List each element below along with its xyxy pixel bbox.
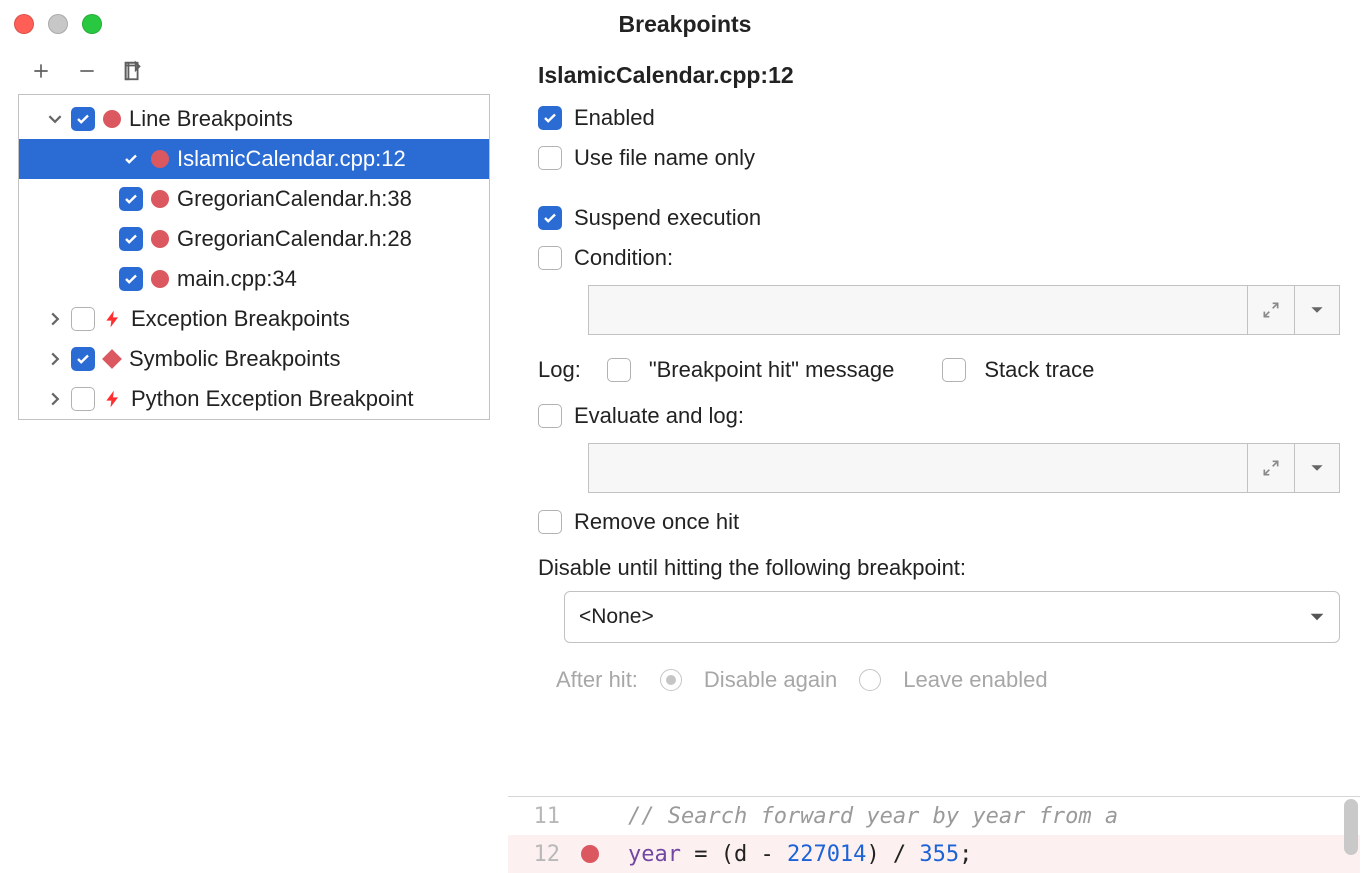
condition-input[interactable] — [588, 285, 1248, 335]
evaluate-log-history-dropdown[interactable] — [1294, 443, 1340, 493]
disable-until-label: Disable until hitting the following brea… — [538, 555, 1360, 581]
chevron-down-icon[interactable] — [47, 112, 63, 126]
group-by-button[interactable] — [122, 60, 144, 82]
after-hit-leave-enabled-radio[interactable] — [859, 669, 881, 691]
breakpoint-title: IslamicCalendar.cpp:12 — [538, 62, 1360, 89]
line-number: 12 — [508, 842, 570, 867]
evaluate-log-input[interactable] — [588, 443, 1248, 493]
code-line-11: 11 // Search forward year by year from a — [508, 797, 1360, 835]
tree-group-exception-breakpoints[interactable]: Exception Breakpoints — [19, 299, 489, 339]
log-hit-message-checkbox[interactable] — [607, 358, 631, 382]
after-hit-option-label: Disable again — [704, 667, 837, 693]
tree-item-gregorian-h-28[interactable]: GregorianCalendar.h:28 — [19, 219, 489, 259]
enabled-checkbox[interactable] — [538, 106, 562, 130]
after-hit-disable-again-radio[interactable] — [660, 669, 682, 691]
breakpoint-label: IslamicCalendar.cpp:12 — [177, 146, 406, 172]
breakpoints-sidebar: Line Breakpoints IslamicCalendar.cpp:12 … — [0, 48, 508, 873]
log-hit-message-label: "Breakpoint hit" message — [649, 357, 895, 383]
breakpoint-checkbox[interactable] — [119, 227, 143, 251]
group-label: Line Breakpoints — [129, 106, 293, 132]
suspend-label: Suspend execution — [574, 205, 761, 231]
log-stack-trace-label: Stack trace — [984, 357, 1094, 383]
group-checkbox[interactable] — [71, 387, 95, 411]
gutter-breakpoint-icon[interactable] — [570, 845, 610, 863]
chevron-right-icon[interactable] — [47, 352, 63, 366]
group-checkbox[interactable] — [71, 307, 95, 331]
bolt-icon — [103, 389, 123, 409]
breakpoint-details-panel: IslamicCalendar.cpp:12 Enabled Use file … — [508, 48, 1370, 873]
window-zoom-button[interactable] — [82, 14, 102, 34]
traffic-lights — [14, 0, 102, 48]
tree-group-symbolic-breakpoints[interactable]: Symbolic Breakpoints — [19, 339, 489, 379]
group-label: Symbolic Breakpoints — [129, 346, 341, 372]
code-text: // Search forward year by year from a — [610, 804, 1360, 829]
code-text: year = (d - 227014) / 355; — [610, 842, 1360, 867]
log-label: Log: — [538, 357, 581, 383]
group-label: Exception Breakpoints — [131, 306, 350, 332]
after-hit-row: After hit: Disable again Leave enabled — [556, 667, 1360, 693]
breakpoint-label: main.cpp:34 — [177, 266, 297, 292]
chevron-down-icon — [1309, 609, 1325, 625]
after-hit-option-label: Leave enabled — [903, 667, 1047, 693]
window-title: Breakpoints — [619, 11, 752, 38]
breakpoint-dot-icon — [151, 230, 169, 248]
chevron-right-icon[interactable] — [47, 392, 63, 406]
breakpoint-checkbox[interactable] — [119, 187, 143, 211]
after-hit-label: After hit: — [556, 667, 638, 693]
breakpoint-label: GregorianCalendar.h:28 — [177, 226, 412, 252]
remove-once-hit-checkbox[interactable] — [538, 510, 562, 534]
tree-item-gregorian-h-38[interactable]: GregorianCalendar.h:38 — [19, 179, 489, 219]
group-checkbox[interactable] — [71, 347, 95, 371]
evaluate-log-checkbox[interactable] — [538, 404, 562, 428]
chevron-right-icon[interactable] — [47, 312, 63, 326]
tree-group-line-breakpoints[interactable]: Line Breakpoints — [19, 99, 489, 139]
enabled-label: Enabled — [574, 105, 655, 131]
breakpoint-label: GregorianCalendar.h:38 — [177, 186, 412, 212]
breakpoint-checkbox[interactable] — [119, 147, 143, 171]
breakpoint-dot-icon — [103, 110, 121, 128]
remove-once-hit-label: Remove once hit — [574, 509, 739, 535]
scrollbar-thumb[interactable] — [1344, 799, 1358, 855]
tree-item-islamic-calendar[interactable]: IslamicCalendar.cpp:12 — [19, 139, 489, 179]
breakpoint-checkbox[interactable] — [119, 267, 143, 291]
file-name-only-checkbox[interactable] — [538, 146, 562, 170]
diamond-icon — [102, 349, 122, 369]
expand-icon[interactable] — [1248, 443, 1294, 493]
disable-until-dropdown[interactable]: <None> — [564, 591, 1340, 643]
sidebar-toolbar — [0, 60, 508, 94]
condition-checkbox[interactable] — [538, 246, 562, 270]
window-close-button[interactable] — [14, 14, 34, 34]
bolt-icon — [103, 309, 123, 329]
evaluate-log-label: Evaluate and log: — [574, 403, 744, 429]
remove-breakpoint-button[interactable] — [76, 60, 98, 82]
breakpoint-dot-icon — [151, 150, 169, 168]
group-checkbox[interactable] — [71, 107, 95, 131]
tree-item-main-cpp-34[interactable]: main.cpp:34 — [19, 259, 489, 299]
line-number: 11 — [508, 804, 570, 829]
expand-icon[interactable] — [1248, 285, 1294, 335]
file-name-only-label: Use file name only — [574, 145, 755, 171]
tree-group-python-exception-breakpoint[interactable]: Python Exception Breakpoint — [19, 379, 489, 419]
condition-label: Condition: — [574, 245, 673, 271]
breakpoint-dot-icon — [151, 270, 169, 288]
window-minimize-button[interactable] — [48, 14, 68, 34]
titlebar: Breakpoints — [0, 0, 1370, 48]
group-label: Python Exception Breakpoint — [131, 386, 414, 412]
suspend-checkbox[interactable] — [538, 206, 562, 230]
breakpoints-tree[interactable]: Line Breakpoints IslamicCalendar.cpp:12 … — [18, 94, 490, 420]
condition-history-dropdown[interactable] — [1294, 285, 1340, 335]
disable-until-value: <None> — [579, 605, 654, 629]
breakpoint-dot-icon — [151, 190, 169, 208]
add-breakpoint-button[interactable] — [30, 60, 52, 82]
code-preview: 11 // Search forward year by year from a… — [508, 796, 1360, 873]
log-stack-trace-checkbox[interactable] — [942, 358, 966, 382]
code-line-12: 12 year = (d - 227014) / 355; — [508, 835, 1360, 873]
